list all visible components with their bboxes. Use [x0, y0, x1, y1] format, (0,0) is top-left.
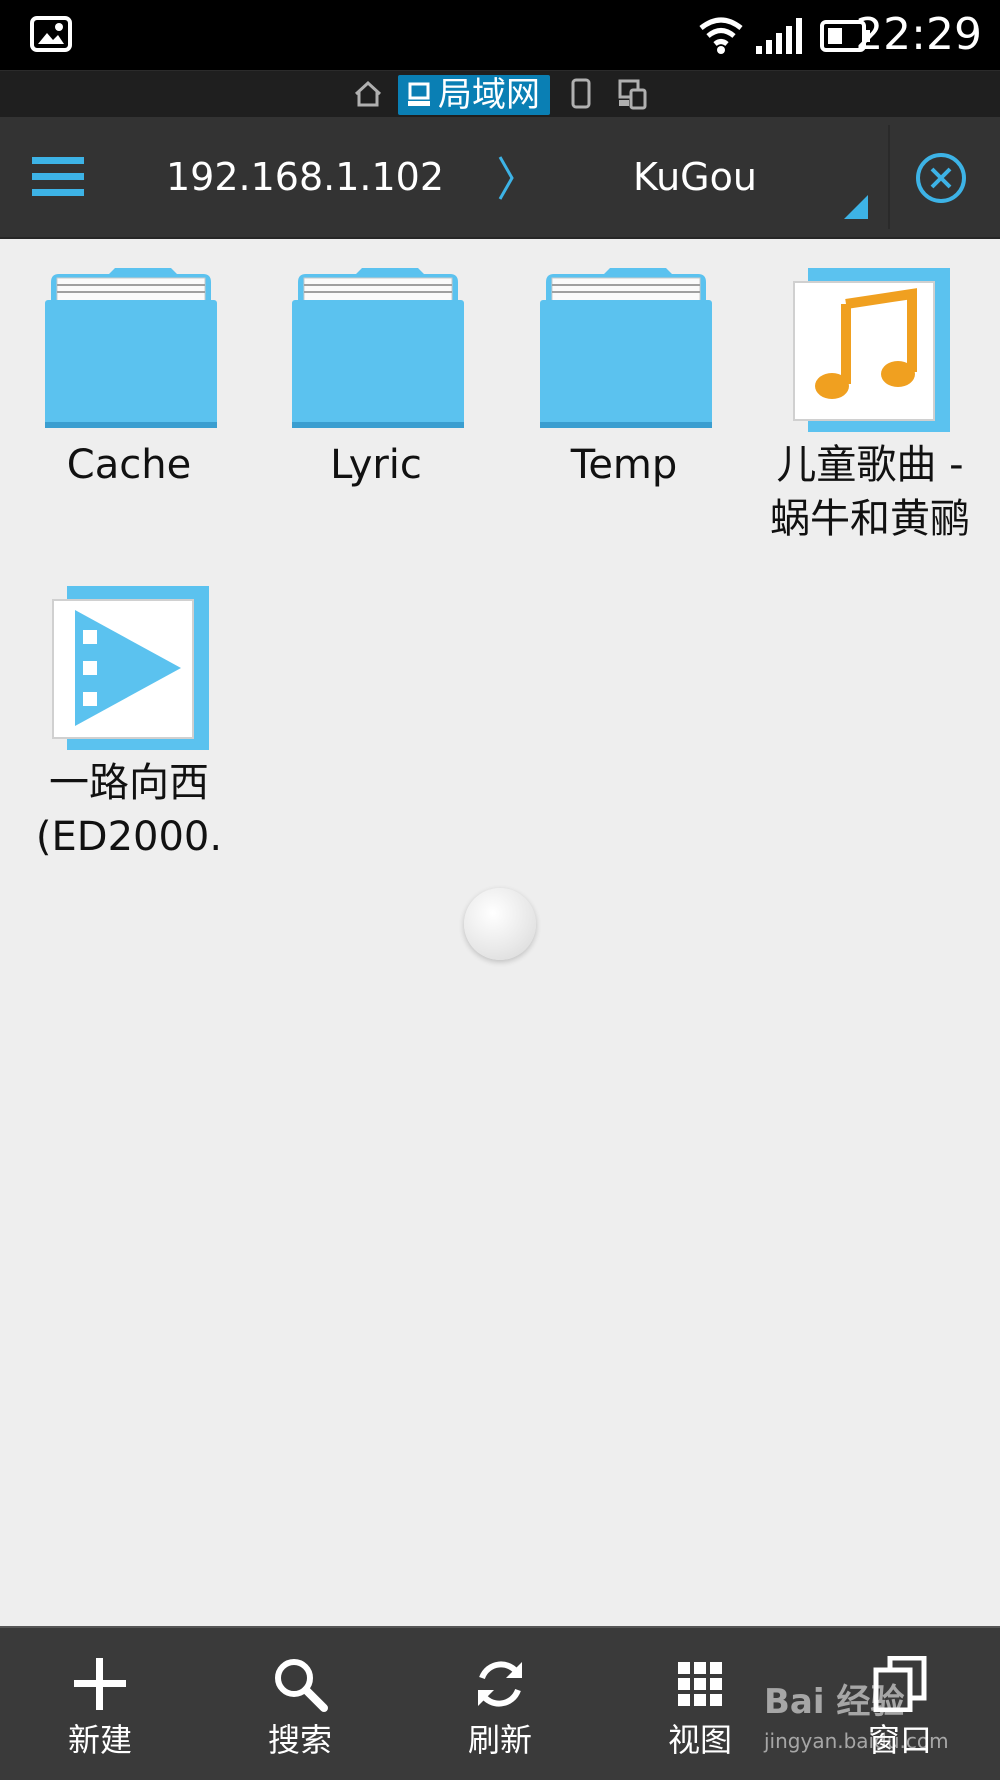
- devices-icon[interactable]: [617, 78, 649, 110]
- refresh-label: 刷新: [467, 1721, 532, 1759]
- wifi-icon: [699, 17, 743, 54]
- file-name-line2: (ED2000.: [35, 814, 223, 860]
- watermark-url: jingyan.baidu.com: [764, 1729, 949, 1753]
- tab-lan-label: 局域网: [438, 75, 540, 115]
- hamburger-menu-icon[interactable]: [32, 157, 84, 197]
- plus-icon: [74, 1658, 126, 1710]
- watermark-logo: Bai 经验: [764, 1682, 905, 1722]
- file-tile-lyric[interactable]: Lyric: [252, 262, 500, 502]
- toolbar: 192.168.1.102 KuGou: [0, 117, 1000, 239]
- toolbar-divider: [888, 125, 890, 229]
- computer-icon: [408, 82, 430, 106]
- refresh-button[interactable]: 刷新: [400, 1628, 600, 1780]
- search-label: 搜索: [267, 1721, 332, 1759]
- signal-icon: [756, 18, 802, 54]
- loading-spinner: [464, 888, 536, 960]
- folder-icon: [540, 268, 712, 428]
- baidu-jingyan-watermark: Bai 经验 jingyan.baidu.com: [764, 1680, 1000, 1778]
- search-button[interactable]: 搜索: [200, 1628, 400, 1780]
- phone-icon[interactable]: [570, 78, 592, 110]
- status-time: 22:29: [855, 9, 982, 60]
- file-tile-temp[interactable]: Temp: [500, 262, 748, 502]
- folder-icon: [45, 268, 217, 428]
- grid-view-icon: [678, 1662, 722, 1706]
- breadcrumb-ip[interactable]: 192.168.1.102: [160, 117, 450, 237]
- breadcrumb-separator-icon: [498, 156, 514, 200]
- file-name: Cache: [66, 442, 192, 488]
- file-name-line2: 蜗牛和黄鹂: [770, 496, 970, 542]
- new-label: 新建: [67, 1721, 132, 1759]
- status-bar: 22:29: [0, 0, 1000, 70]
- tab-lan[interactable]: 局域网: [398, 75, 550, 115]
- file-name-line1: 一路向西: [49, 760, 209, 806]
- home-icon[interactable]: [353, 79, 383, 109]
- music-file-icon: [793, 268, 950, 432]
- file-tile-audio[interactable]: 儿童歌曲 - 蜗牛和黄鹂: [746, 262, 994, 552]
- breadcrumb-kugou[interactable]: KuGou: [590, 117, 800, 237]
- dropdown-corner-icon[interactable]: [844, 195, 870, 221]
- refresh-icon: [478, 1661, 522, 1707]
- image-notification-icon: [30, 16, 72, 52]
- file-name: Lyric: [330, 442, 422, 488]
- file-tile-video[interactable]: 一路向西 (ED2000.: [5, 580, 253, 870]
- file-name: Temp: [570, 442, 678, 488]
- file-name-line1: 儿童歌曲 -: [776, 442, 964, 488]
- folder-icon: [292, 268, 464, 428]
- new-button[interactable]: 新建: [0, 1628, 200, 1780]
- file-tile-cache[interactable]: Cache: [5, 262, 253, 502]
- close-circle-icon[interactable]: [914, 151, 968, 205]
- video-file-icon: [52, 586, 209, 750]
- search-icon: [275, 1659, 328, 1712]
- location-tab-bar: 局域网: [0, 70, 1000, 118]
